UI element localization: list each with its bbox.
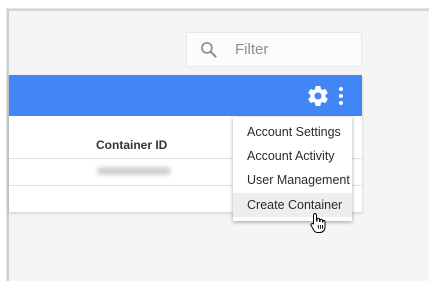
container-id-cell — [97, 167, 171, 175]
column-header-container-id[interactable]: Container ID — [96, 138, 167, 152]
card-header-bar — [9, 75, 362, 116]
more-vert-icon[interactable] — [336, 84, 346, 108]
menu-item-user-management[interactable]: User Management — [233, 168, 352, 192]
filter-placeholder: Filter — [235, 41, 269, 58]
menu-item-account-activity[interactable]: Account Activity — [233, 144, 352, 168]
search-icon — [201, 42, 217, 58]
hand-pointer-icon — [310, 212, 326, 233]
overflow-menu: Account Settings Account Activity User M… — [233, 117, 352, 221]
filter-search-box[interactable]: Filter — [186, 32, 362, 67]
gear-icon[interactable] — [306, 84, 330, 108]
menu-item-create-container[interactable]: Create Container — [233, 193, 352, 217]
menu-item-account-settings[interactable]: Account Settings — [233, 120, 352, 144]
